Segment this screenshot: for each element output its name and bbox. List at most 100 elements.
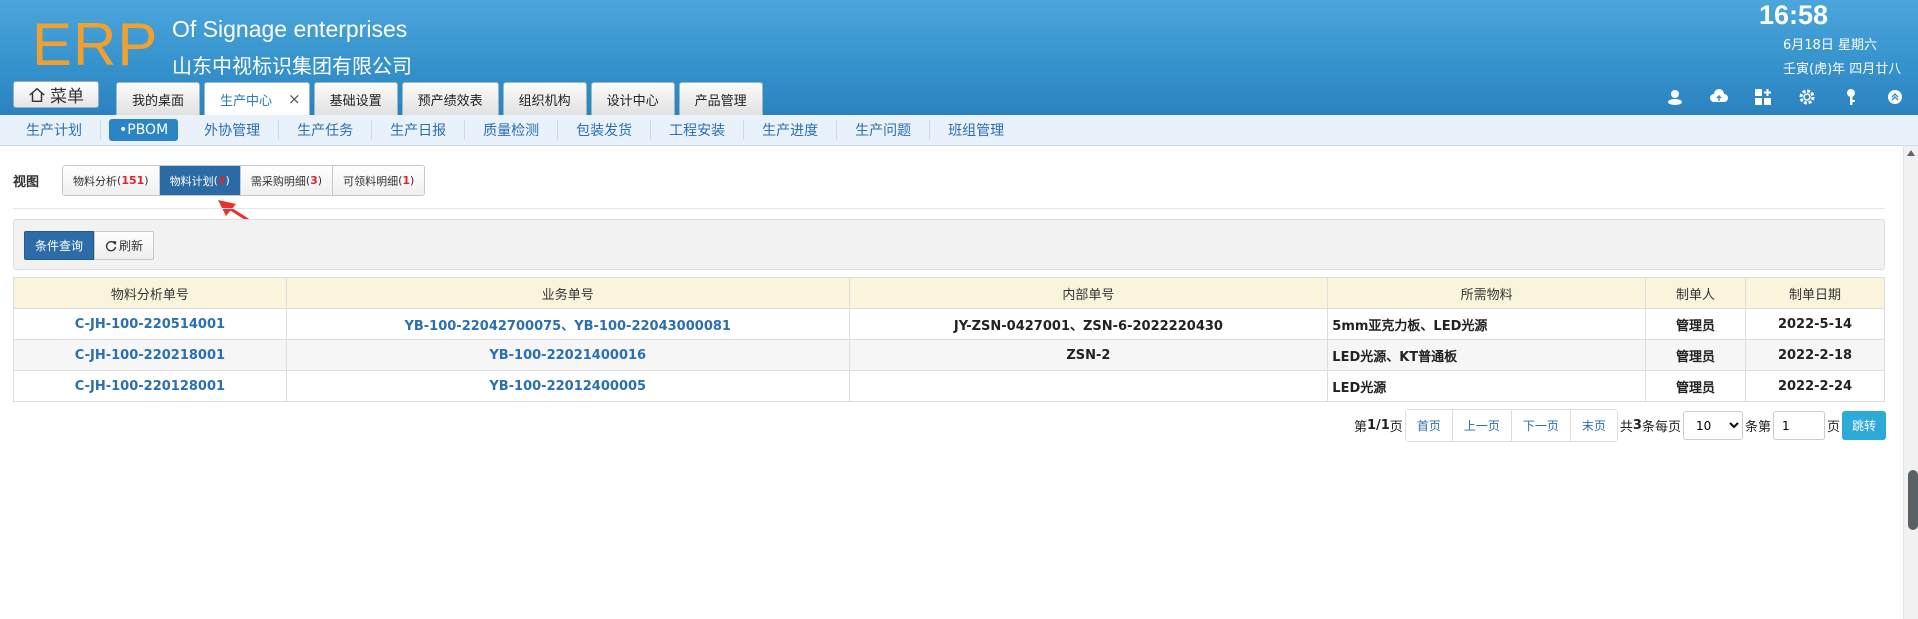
material-analysis-no-link[interactable]: C-JH-100-220514001 <box>13 308 287 340</box>
page-button-group: 首页 上一页 下一页 末页 <box>1404 409 1618 442</box>
home-icon <box>29 87 45 102</box>
table-row: C-JH-100-220128001 YB-100-22012400005 LE… <box>13 370 1885 402</box>
scroll-up-icon[interactable] <box>1906 148 1916 158</box>
close-icon[interactable]: × <box>288 90 301 108</box>
view-tab-material-analysis[interactable]: 物料分析(151) <box>63 166 160 195</box>
collapse-up-icon[interactable] <box>1884 86 1906 108</box>
tab-label: 生产中心 <box>220 93 273 109</box>
grid-add-icon[interactable] <box>1752 86 1774 108</box>
sub-navigation: 生产计划 •PBOM 外协管理 生产任务 生产日报 质量检测 包装发货 工程安装… <box>0 115 1918 146</box>
column-header: 物料分析单号 <box>13 277 287 309</box>
subnav-progress[interactable]: 生产进度 <box>744 120 838 140</box>
tab-product-management[interactable]: 产品管理 <box>678 82 763 115</box>
view-tab-group: 物料分析(151) 物料计划(3) 需采购明细(3) 可领料明细(1) <box>62 165 426 196</box>
tab-label: 设计中心 <box>606 93 659 109</box>
business-no-link[interactable]: YB-100-22042700075、YB-100-22043000081 <box>285 308 850 340</box>
vertical-scrollbar[interactable] <box>1903 146 1918 619</box>
required-material-cell: 5mm亚克力板、LED光源 <box>1327 308 1647 340</box>
view-tab-purchase-detail[interactable]: 需采购明细(3) <box>240 166 334 195</box>
tab-label: 预产绩效表 <box>417 93 483 109</box>
material-analysis-no-link[interactable]: C-JH-100-220218001 <box>13 339 287 371</box>
next-page-button[interactable]: 下一页 <box>1511 410 1571 441</box>
refresh-button[interactable]: 刷新 <box>94 231 155 260</box>
subnav-installation[interactable]: 工程安装 <box>651 120 745 140</box>
view-tab-pickable-detail[interactable]: 可领料明细(1) <box>333 166 425 195</box>
column-header: 业务单号 <box>285 277 850 309</box>
header-icon-bar <box>1664 86 1906 108</box>
app-header: ERP Of Signage enterprises 山东中视标识集团有限公司 … <box>0 0 1918 115</box>
creator-cell: 管理员 <box>1645 370 1747 402</box>
total-prefix: 共 <box>1619 420 1633 435</box>
refresh-label: 刷新 <box>119 239 144 253</box>
created-date-cell: 2022-2-18 <box>1745 339 1885 371</box>
subnav-quality-inspection[interactable]: 质量检测 <box>465 120 559 140</box>
total-count: 3 <box>1632 418 1642 433</box>
column-header: 制单日期 <box>1745 277 1885 309</box>
subnav-pbom[interactable]: •PBOM <box>109 119 179 141</box>
business-no-link[interactable]: YB-100-22021400016 <box>285 339 850 371</box>
lunar-date: 壬寅(虎)年 四月廿八 <box>1783 62 1902 77</box>
toolbar: 条件查询 刷新 <box>13 219 1885 270</box>
pagination: 第1/1页 首页 上一页 下一页 末页 共3条每页 10 条第 页 跳转 <box>1353 409 1886 442</box>
cloud-upload-icon[interactable] <box>1708 86 1730 108</box>
internal-no-cell <box>848 370 1329 402</box>
subnav-team-management[interactable]: 班组管理 <box>930 120 1022 140</box>
clock-time: 16:58 <box>1758 0 1828 30</box>
menu-button[interactable]: 菜单 <box>13 81 99 108</box>
count-badge: 151 <box>121 174 145 187</box>
column-header: 制单人 <box>1645 277 1747 309</box>
count-badge: 3 <box>310 174 318 187</box>
section-divider <box>13 208 1885 209</box>
created-date-cell: 2022-2-24 <box>1745 370 1885 402</box>
view-switcher: 视图 物料分析(151) 物料计划(3) 需采购明细(3) 可领料明细(1) <box>13 165 426 196</box>
creator-cell: 管理员 <box>1645 339 1747 371</box>
page-prefix: 第 <box>1353 420 1367 435</box>
table-row: C-JH-100-220514001 YB-100-22042700075、YB… <box>13 308 1885 340</box>
subnav-outsourcing[interactable]: 外协管理 <box>186 120 280 140</box>
required-material-cell: LED光源 <box>1327 370 1647 402</box>
first-page-button[interactable]: 首页 <box>1405 410 1453 441</box>
page-suffix: 页 <box>1389 420 1403 435</box>
company-name-en: Of Signage enterprises <box>172 16 408 42</box>
erp-logo: ERP <box>32 11 159 78</box>
side-handle[interactable] <box>1908 470 1918 530</box>
view-label: 视图 <box>13 175 40 190</box>
table-row: C-JH-100-220218001 YB-100-22021400016 ZS… <box>13 339 1885 371</box>
internal-no-cell: JY-ZSN-0427001、ZSN-6-2022220430 <box>848 308 1329 340</box>
page-info: 1/1 <box>1366 418 1390 433</box>
subnav-production-plan[interactable]: 生产计划 <box>8 120 101 140</box>
view-tab-material-plan[interactable]: 物料计划(3) <box>159 166 241 195</box>
goto-suffix: 页 <box>1826 420 1840 435</box>
goto-page-input[interactable] <box>1772 411 1825 440</box>
tab-label: 组织机构 <box>518 93 571 109</box>
last-page-button[interactable]: 末页 <box>1570 410 1617 441</box>
tab-label: 基础设置 <box>329 93 382 109</box>
gear-icon[interactable] <box>1796 86 1818 108</box>
material-analysis-no-link[interactable]: C-JH-100-220128001 <box>13 370 287 402</box>
subnav-daily-report[interactable]: 生产日报 <box>372 120 466 140</box>
tab-my-desktop[interactable]: 我的桌面 <box>116 82 201 115</box>
tab-label: 产品管理 <box>694 93 747 109</box>
page-size-select[interactable]: 10 <box>1682 411 1743 440</box>
key-icon[interactable] <box>1840 86 1862 108</box>
tab-design-center[interactable]: 设计中心 <box>590 82 675 115</box>
subnav-production-task[interactable]: 生产任务 <box>279 120 373 140</box>
count-badge: 3 <box>217 174 226 187</box>
column-header: 所需物料 <box>1327 277 1647 309</box>
subnav-packing-shipping[interactable]: 包装发货 <box>558 120 652 140</box>
jump-button[interactable]: 跳转 <box>1841 411 1886 440</box>
refresh-icon <box>105 240 117 251</box>
business-no-link[interactable]: YB-100-22012400005 <box>285 370 850 402</box>
subnav-issues[interactable]: 生产问题 <box>837 120 931 140</box>
user-icon[interactable] <box>1664 86 1686 108</box>
tab-basic-settings[interactable]: 基础设置 <box>313 82 398 115</box>
condition-query-button[interactable]: 条件查询 <box>24 231 95 260</box>
tab-production-center[interactable]: 生产中心 × <box>204 82 310 115</box>
menu-button-label: 菜单 <box>50 87 84 107</box>
prev-page-button[interactable]: 上一页 <box>1452 410 1512 441</box>
top-tab-bar: 我的桌面 生产中心 × 基础设置 预产绩效表 组织机构 设计中心 产品管理 <box>116 82 763 115</box>
table-header-row: 物料分析单号 业务单号 内部单号 所需物料 制单人 制单日期 <box>13 277 1885 309</box>
tab-organization[interactable]: 组织机构 <box>502 82 587 115</box>
material-plan-table: 物料分析单号 业务单号 内部单号 所需物料 制单人 制单日期 C-JH-100-… <box>13 277 1885 402</box>
tab-performance[interactable]: 预产绩效表 <box>401 82 499 115</box>
